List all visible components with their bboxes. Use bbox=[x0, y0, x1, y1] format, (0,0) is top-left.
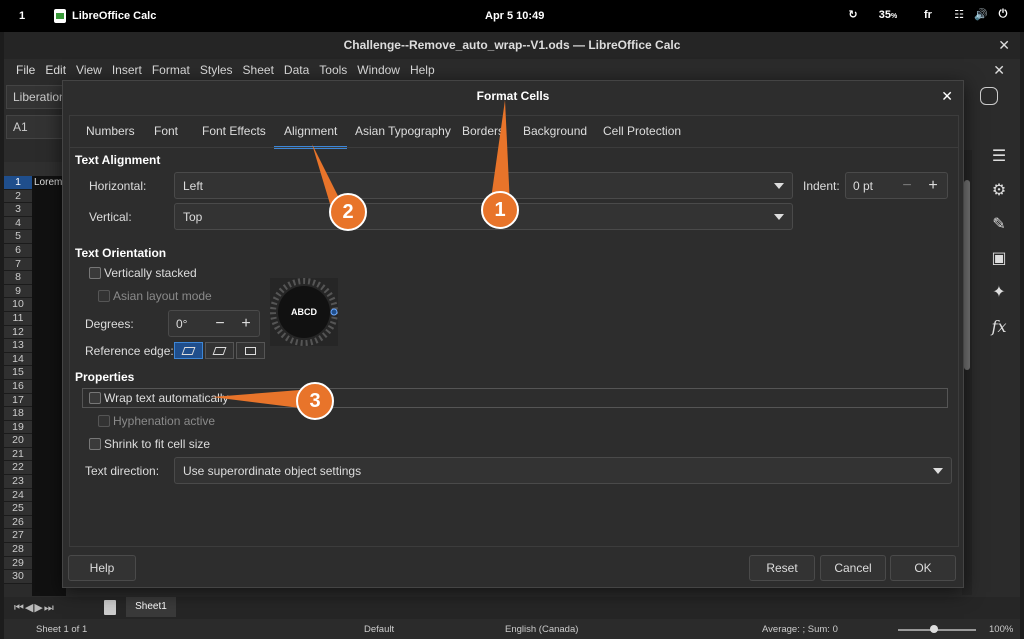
arrow-3 bbox=[212, 390, 300, 408]
callout-1: 1 bbox=[481, 191, 519, 229]
callout-arrows bbox=[212, 100, 510, 408]
callout-2: 2 bbox=[329, 193, 367, 231]
callout-3: 3 bbox=[296, 382, 334, 420]
